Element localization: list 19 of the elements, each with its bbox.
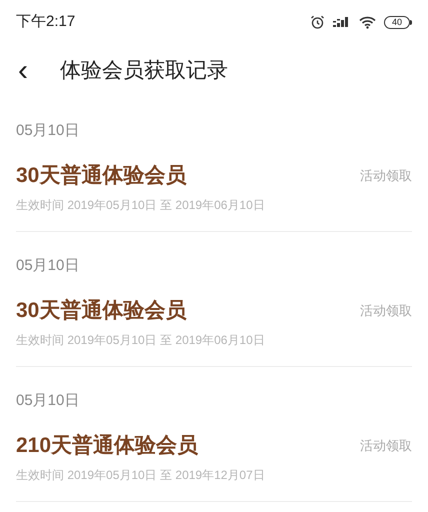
alarm-icon (310, 15, 325, 29)
validity-text: 生效时间 2019年05月10日 至 2019年06月10日 (16, 332, 265, 349)
source-label: 活动领取 (360, 437, 412, 456)
date-header: 05月10日 (16, 120, 80, 141)
source-label: 活动领取 (360, 167, 412, 186)
validity-text: 生效时间 2019年05月10日 至 2019年06月10日 (16, 197, 265, 214)
membership-title: 30天普通体验会员 (16, 162, 186, 190)
source-label: 活动领取 (360, 302, 412, 320)
date-header: 05月10日 (16, 390, 80, 411)
page-title: 体验会员获取记录 (60, 58, 228, 84)
date-header: 05月10日 (16, 256, 80, 276)
signal-icon (333, 16, 351, 28)
membership-title: 30天普通体验会员 (16, 298, 186, 324)
wifi-icon (359, 16, 376, 28)
membership-title: 210天普通体验会员 (16, 432, 198, 460)
validity-text: 生效时间 2019年05月10日 至 2019年12月07日 (16, 467, 265, 484)
battery-icon: 40 (384, 16, 412, 28)
status-time: 下午2:17 (16, 12, 76, 32)
back-button[interactable]: ‹ (0, 56, 50, 86)
